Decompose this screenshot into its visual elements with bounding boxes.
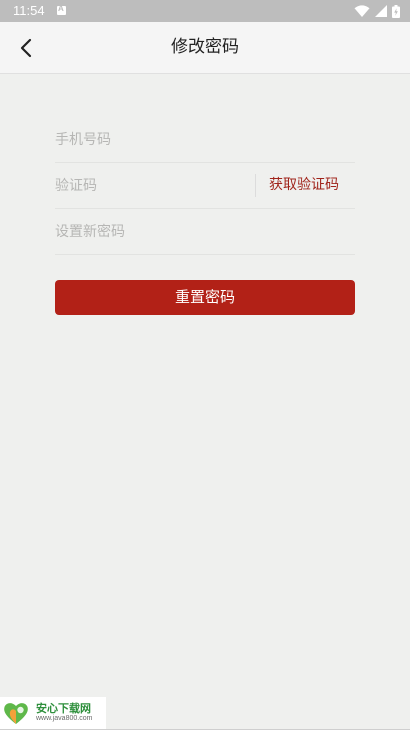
code-divider <box>255 174 256 197</box>
notification-a-icon <box>57 4 66 15</box>
status-bar: 11:54 <box>0 0 410 22</box>
verification-code-input[interactable] <box>55 163 245 208</box>
reset-password-button[interactable]: 重置密码 <box>55 280 355 315</box>
status-time: 11:54 <box>13 3 45 18</box>
reset-password-form: 获取验证码 <box>55 117 355 255</box>
heart-logo-icon <box>4 703 28 724</box>
page-title: 修改密码 <box>171 37 239 57</box>
chevron-left-icon <box>20 38 32 58</box>
signal-icon <box>375 5 387 17</box>
wifi-icon <box>354 5 370 17</box>
get-code-button[interactable]: 获取验证码 <box>269 163 339 208</box>
new-password-input[interactable] <box>55 209 355 254</box>
phone-row <box>55 117 355 163</box>
verification-code-row: 获取验证码 <box>55 163 355 209</box>
phone-input[interactable] <box>55 117 355 162</box>
battery-icon <box>392 4 400 18</box>
back-button[interactable] <box>6 28 46 68</box>
navigation-bar: 修改密码 <box>0 22 410 74</box>
new-password-row <box>55 209 355 255</box>
watermark-title: 安心下载网 <box>36 702 91 715</box>
status-icons <box>354 4 400 18</box>
watermark-badge: 安心下载网 www.java800.com <box>0 697 106 729</box>
watermark-url: www.java800.com <box>36 715 93 722</box>
